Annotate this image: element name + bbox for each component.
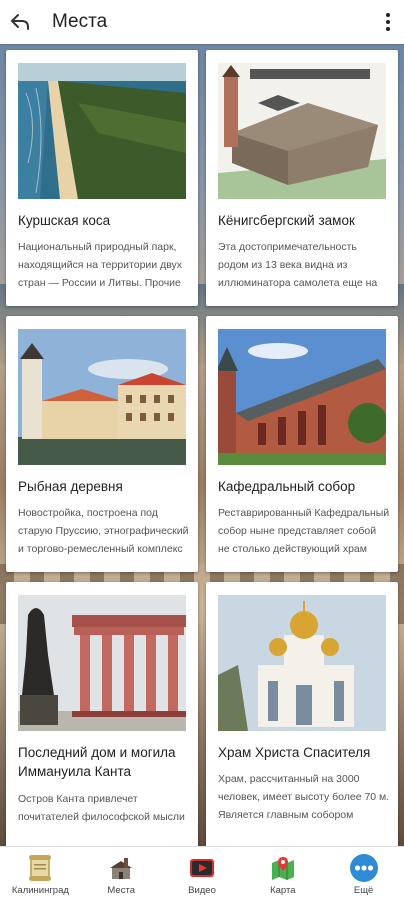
place-card[interactable]: Кафедральный собор Реставрированный Кафе…: [206, 316, 398, 572]
nav-item-more[interactable]: Ещё: [323, 847, 404, 900]
place-description: Реставрированный Кафедральный собор ныне…: [218, 507, 390, 555]
church-icon: [105, 853, 137, 883]
place-image-christ-saviour: [218, 595, 386, 731]
place-name: Кёнигсбергский замок: [218, 213, 355, 228]
place-card[interactable]: Рыбная деревня Новостройка, построена по…: [6, 316, 198, 572]
back-button[interactable]: [2, 0, 38, 44]
place-card[interactable]: Куршская коса Национальный природный пар…: [6, 50, 198, 306]
more-icon: [348, 853, 380, 883]
nav-item-map[interactable]: Карта: [242, 847, 323, 900]
overflow-menu-button[interactable]: [378, 8, 398, 36]
nav-label: Видео: [188, 885, 216, 896]
place-card[interactable]: Последний дом и могила Иммануила Канта О…: [6, 582, 198, 850]
place-name: Рыбная деревня: [18, 479, 123, 494]
back-arrow-icon: [11, 14, 29, 30]
place-description: Остров Канта привлечет почитателей филос…: [18, 793, 185, 823]
place-image-konigsberg-castle: [218, 63, 386, 199]
app-bar: Места: [0, 0, 404, 44]
place-name: Куршская коса: [18, 213, 111, 228]
video-icon: [186, 853, 218, 883]
place-image-curonian-spit: [18, 63, 186, 199]
bottom-navigation: Калининград Места Видео Карта Ещё: [0, 846, 404, 900]
places-grid: Куршская коса Национальный природный пар…: [0, 50, 404, 850]
nav-label: Калининград: [11, 885, 69, 896]
page-title: Места: [52, 11, 108, 32]
scroll-icon: [24, 853, 56, 883]
nav-item-video[interactable]: Видео: [162, 847, 243, 900]
place-card[interactable]: Храм Христа Спасителя Храм, рассчитанный…: [206, 582, 398, 850]
nav-item-kaliningrad[interactable]: Калининград: [0, 847, 81, 900]
place-image-kant-grave: [18, 595, 186, 731]
map-icon: [267, 853, 299, 883]
place-description: Эта достопримечательность родом из 13 ве…: [218, 241, 378, 289]
nav-item-places[interactable]: Места: [81, 847, 162, 900]
place-image-cathedral: [218, 329, 386, 465]
nav-label: Ещё: [353, 885, 374, 896]
place-description: Храм, рассчитанный на 3000 человек, имее…: [218, 773, 390, 821]
nav-label: Карта: [270, 885, 296, 896]
place-card[interactable]: Кёнигсбергский замок Эта достопримечател…: [206, 50, 398, 306]
place-description: Новостройка, построена под старую Прусси…: [18, 507, 189, 555]
place-name: Храм Христа Спасителя: [218, 745, 371, 760]
place-image-fishing-village: [18, 329, 186, 465]
nav-label: Места: [107, 885, 135, 896]
place-name: Последний дом и могила Иммануила Канта: [18, 745, 176, 779]
place-name: Кафедральный собор: [218, 479, 356, 494]
place-description: Национальный природный парк, находящийся…: [18, 241, 183, 289]
